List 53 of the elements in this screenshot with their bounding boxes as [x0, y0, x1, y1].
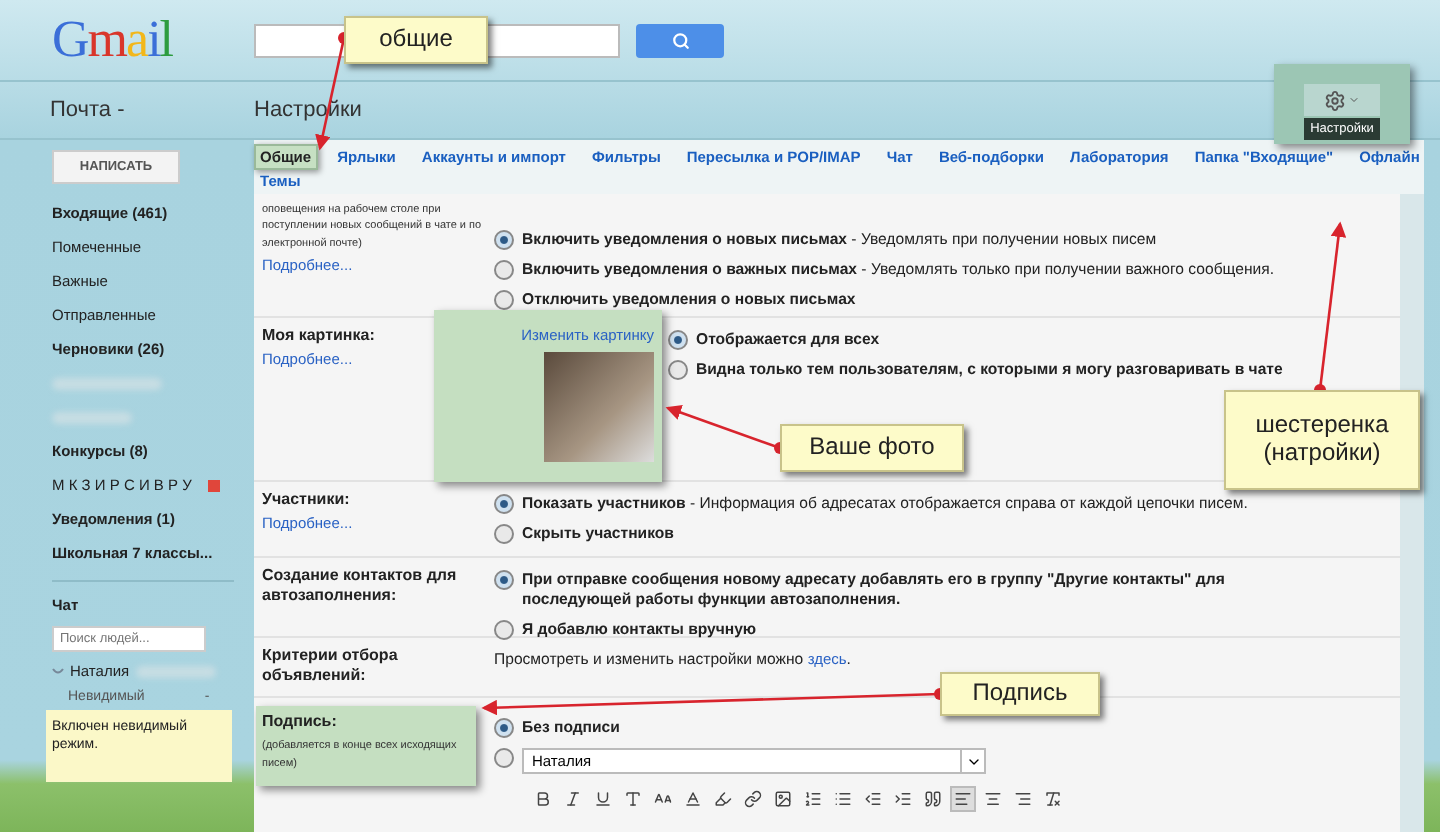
annotation-tooltip: общие — [344, 16, 488, 64]
indent-more-icon — [894, 790, 912, 809]
size-icon — [654, 790, 672, 809]
align-left-icon — [954, 790, 972, 809]
link-icon — [744, 790, 762, 809]
gear-icon — [1324, 89, 1346, 111]
radio-button[interactable] — [494, 290, 514, 311]
setting-label: Критерии отбора объявлений: — [262, 646, 400, 688]
annotation-tooltip: Подпись — [940, 672, 1100, 716]
setting-label: Создание контактов для автозаполнения: — [262, 566, 459, 608]
radio-button[interactable] — [494, 570, 514, 590]
annotation-tooltip: шестеренка (натройки) — [1224, 390, 1420, 490]
settings-button[interactable] — [1304, 84, 1380, 116]
align-left-button[interactable] — [950, 786, 976, 813]
image-button[interactable] — [770, 786, 796, 813]
bulleted-list-icon — [834, 790, 852, 809]
caret-icon — [1348, 94, 1360, 106]
radio-button[interactable] — [668, 360, 688, 381]
radio-button[interactable] — [494, 524, 514, 545]
photo-placeholder — [544, 352, 654, 462]
setting-label: Моя картинка: — [262, 326, 377, 347]
text-color-icon — [684, 790, 702, 809]
status-icon — [52, 667, 64, 675]
indent-less-icon — [864, 790, 882, 809]
radio-button[interactable] — [494, 748, 514, 769]
highlight-icon — [714, 790, 732, 809]
setting-label: Подпись: — [262, 712, 339, 733]
quote-icon — [924, 790, 942, 809]
radio-button[interactable] — [494, 230, 514, 250]
radio-button[interactable] — [668, 330, 688, 350]
italic-icon — [564, 790, 582, 809]
clear-format-icon — [1044, 790, 1062, 809]
setting-label: Участники: — [262, 490, 352, 511]
search-icon — [671, 31, 689, 49]
align-right-icon — [1014, 790, 1032, 809]
radio-button[interactable] — [494, 494, 514, 514]
image-icon — [774, 790, 792, 809]
radio-button[interactable] — [494, 620, 514, 641]
align-center-icon — [984, 790, 1002, 809]
radio-button[interactable] — [494, 718, 514, 738]
annotation-tooltip: Ваше фото — [780, 424, 964, 472]
numbered-list-icon — [804, 790, 822, 809]
blurred-label — [52, 377, 162, 389]
bold-icon — [534, 790, 552, 809]
blurred-label — [135, 665, 216, 677]
font-icon — [624, 790, 642, 809]
radio-button[interactable] — [494, 260, 514, 281]
link-button[interactable] — [740, 786, 766, 813]
search-button[interactable] — [636, 23, 724, 57]
gmail-logo: Gmail — [50, 10, 175, 70]
blurred-label — [52, 411, 132, 423]
underline-icon — [594, 790, 612, 809]
mail-menu[interactable]: Почта - — [0, 98, 254, 122]
